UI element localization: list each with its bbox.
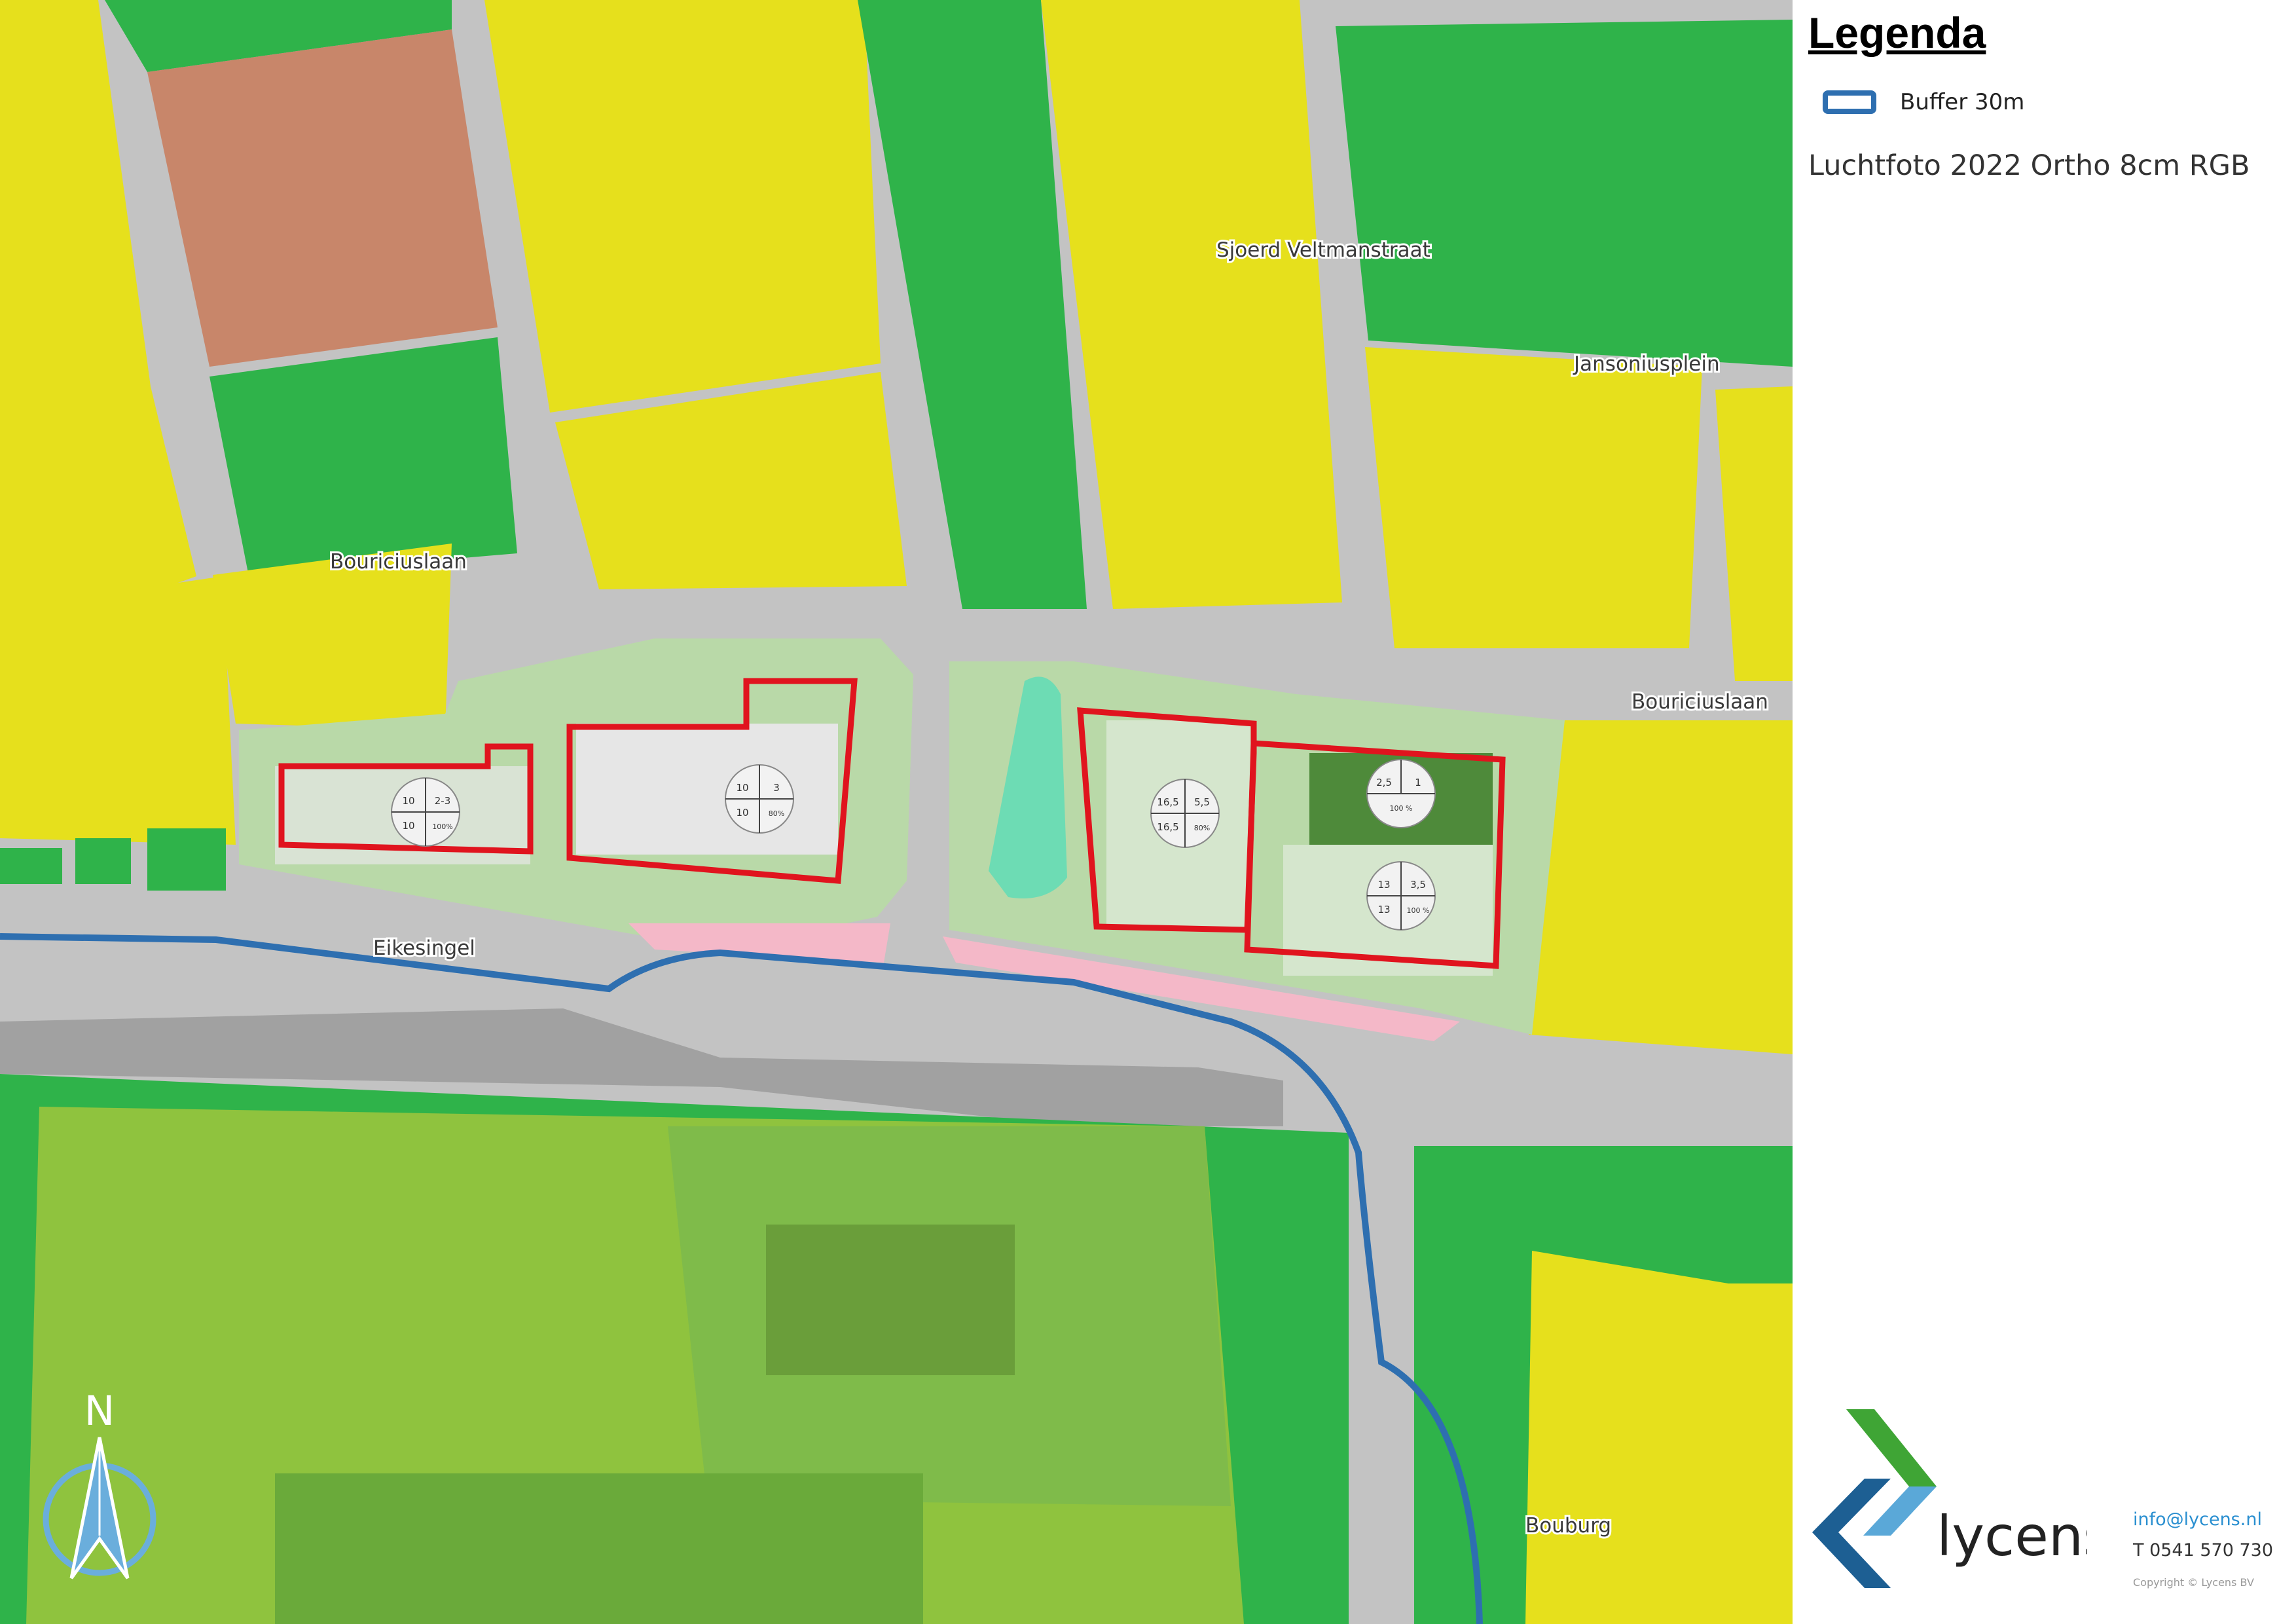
plot-3-height-2: 16,5 [1157,821,1178,833]
legend-item-label: Buffer 30m [1900,89,2025,115]
plot-label[interactable]: 16,5 5,5 16,5 80% [1150,779,1220,848]
plot-label[interactable]: 13 3,5 13 100 % [1366,861,1436,931]
street-label-bouriciuslaan-east: Bouriciuslaan [1631,690,1768,714]
lycens-logo: lycens [1812,1401,2112,1600]
plot-5-layers: 3,5 [1410,879,1426,891]
plot-3-layers: 5,5 [1194,796,1210,808]
street-label-sjoerd-veltmanstraat: Sjoerd Veltmanstraat [1216,238,1430,262]
plot-1-layers: 2-3 [435,795,451,807]
copyright-text: Copyright © Lycens BV [2133,1576,2254,1589]
plot-1-height: 10 [402,795,414,807]
contact-email[interactable]: info@lycens.nl [2133,1509,2273,1530]
plot-2-height-2: 10 [736,807,748,819]
basemap-source: Luchtfoto 2022 Ortho 8cm RGB [1808,149,2250,182]
plot-4-coverage: 100 % [1390,804,1413,813]
plot-2-height: 10 [736,782,748,794]
plot-5-height: 13 [1377,879,1390,891]
street-label-bouriciuslaan-west: Bouriciuslaan [330,550,467,574]
map-area[interactable]: 10 2-3 10 100% 10 3 10 80% 16,5 5,5 16,5… [0,0,1793,1624]
plot-4-layers: 1 [1415,777,1421,788]
plot-4-height: 2,5 [1376,777,1392,788]
contact-block: info@lycens.nl T 0541 570 730 Copyright … [2133,1509,2273,1589]
logo-wordmark: lycens [1937,1504,2087,1568]
legend-item-buffer: Buffer 30m [1823,89,2024,115]
plot-5-coverage: 100 % [1407,906,1430,915]
residential-zone-east [1529,720,1793,1054]
logo-chevron-green-icon [1846,1409,1937,1486]
plot-3-coverage: 80% [1194,824,1210,832]
plot-label[interactable]: 10 3 10 80% [725,764,794,834]
plot-3-height: 16,5 [1157,796,1178,808]
plot-5-height-2: 13 [1377,904,1390,915]
plot-2-layers: 3 [773,782,780,794]
street-label-jansoniusplein: Jansoniusplein [1573,352,1720,376]
legend-panel: Legenda Buffer 30m Luchtfoto 2022 Ortho … [1793,0,2296,1624]
plot-2-coverage: 80% [769,809,784,818]
plot-label[interactable]: 2,5 1 100 % [1366,759,1436,828]
plot-1-height-2: 10 [402,820,414,832]
plot-1-coverage: 100% [432,822,452,831]
contact-phone: T 0541 570 730 [2133,1540,2274,1560]
buffer-swatch-icon [1823,90,1876,114]
street-label-bouburg: Bouburg [1525,1514,1611,1538]
north-label: N [84,1387,115,1435]
street-label-eikesingel: Eikesingel [373,936,475,960]
plot-label[interactable]: 10 2-3 10 100% [391,777,460,847]
legend-title: Legenda [1808,9,1986,57]
